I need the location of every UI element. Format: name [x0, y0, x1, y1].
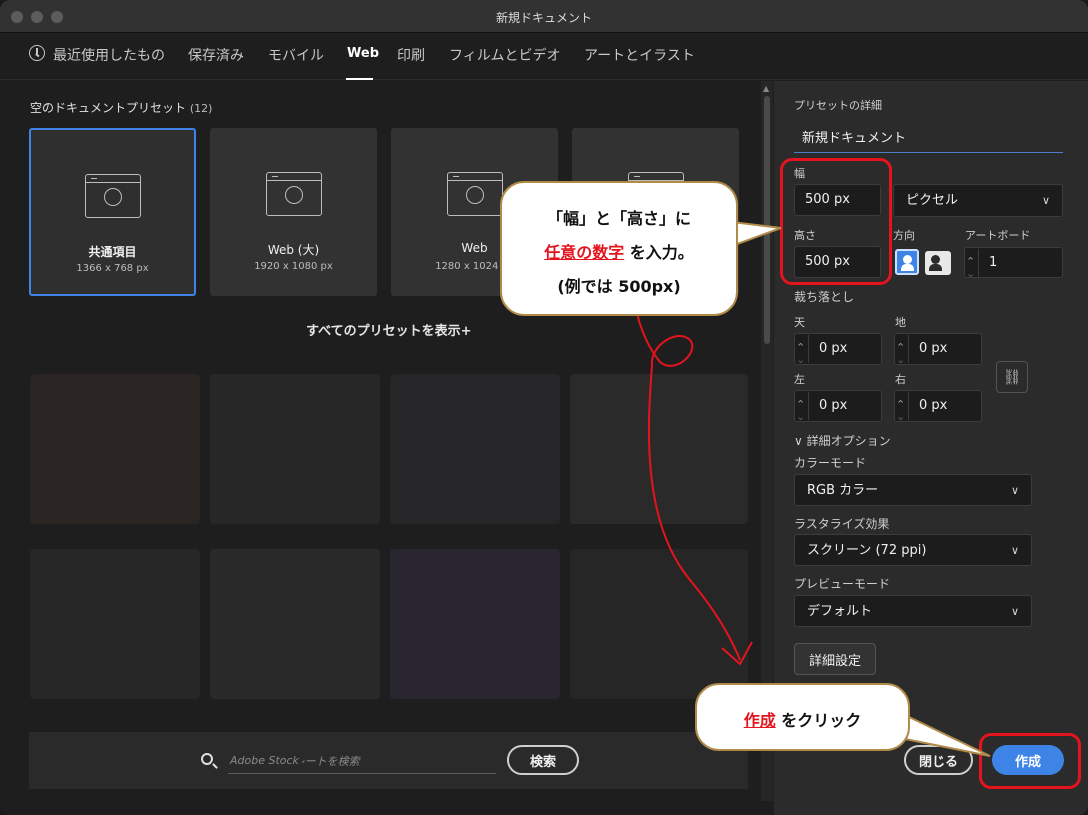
bubble-line-3: (例では 500px) [557, 277, 681, 296]
new-document-dialog: 新規ドキュメント 最近使用したもの 保存済み モバイル Web 印刷 フィルムと… [0, 0, 1088, 815]
bubble-line-2: 任意の数字 を入力。 [502, 239, 736, 263]
bubble-line-1: 「幅」と「高さ」に [546, 209, 691, 228]
instruction-bubble-create: 作成 をクリック [695, 683, 910, 751]
annotation-arrows [635, 220, 991, 757]
bubble-line-2-rest: を入力。 [629, 243, 694, 262]
bubble2-highlight-text: 作成 [743, 711, 776, 730]
bubble-highlight-text: 任意の数字 [544, 243, 625, 262]
instruction-bubble-size: 「幅」と「高さ」に 任意の数字 を入力。 (例では 500px) [500, 181, 738, 316]
bubble2-rest: をクリック [781, 711, 862, 730]
